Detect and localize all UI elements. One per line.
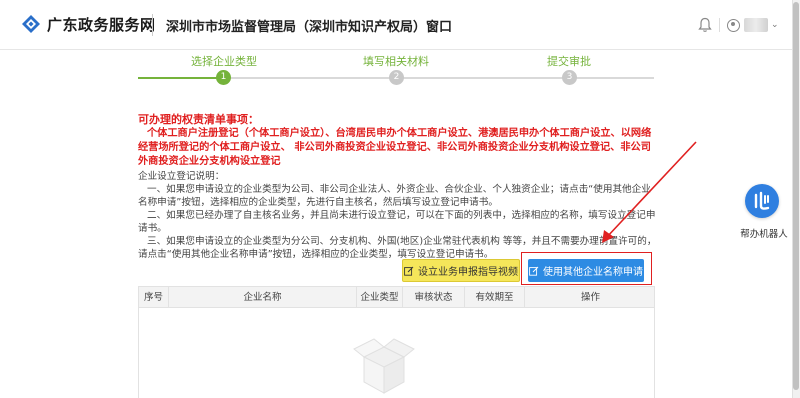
notice-title: 可办理的权责清单事项： — [138, 113, 259, 126]
col-name: 企业名称 — [169, 287, 357, 308]
edit-icon — [529, 266, 539, 276]
top-header: 广东政务服务网 深圳市市场监督管理局（深圳市知识产权局）窗口 ⌄ — [0, 0, 792, 50]
description-block: 企业设立登记说明： 一、如果您申请设立的企业类型为公司、非公司企业法人、外资企业… — [138, 170, 658, 261]
site-brand[interactable]: 广东政务服务网 — [47, 14, 156, 35]
page-scrollbar[interactable] — [792, 0, 800, 398]
use-other-name-button[interactable]: 使用其他企业名称申请 — [528, 259, 644, 282]
step-line-2 — [224, 77, 654, 79]
chevron-down-icon[interactable]: ⌄ — [771, 20, 779, 30]
notice-section: 可办理的权责清单事项： 个体工商户注册登记（个体工商户设立）、台湾居民申办个体工… — [138, 113, 658, 261]
step-2-circle: 2 — [389, 70, 404, 85]
gov-logo-icon[interactable] — [20, 13, 42, 35]
guide-video-button[interactable]: 设立业务申报指导视频 — [402, 259, 520, 282]
header-divider — [152, 14, 153, 36]
scrollbar-thumb[interactable] — [793, 2, 799, 390]
step-line-1 — [138, 77, 224, 79]
col-status: 审核状态 — [403, 287, 465, 308]
col-expiry: 有效期至 — [465, 287, 525, 308]
robot-label: 帮办机器人 — [740, 229, 788, 240]
step-1-circle: 1 — [216, 70, 231, 85]
user-name-blurred[interactable] — [744, 18, 768, 32]
col-type: 企业类型 — [357, 287, 403, 308]
description-heading: 企业设立登记说明： — [138, 171, 225, 182]
col-index: 序号 — [139, 287, 169, 308]
progress-steps: 选择企业类型 1 填写相关材料 2 提交审批 3 — [138, 48, 654, 98]
description-p1: 一、如果您申请设立的企业类型为公司、非公司企业法人、外资企业、合伙企业、个人独资… — [138, 184, 651, 208]
step-2-label: 填写相关材料 — [363, 55, 429, 68]
help-robot[interactable]: 帮办机器人 — [737, 184, 791, 244]
step-3-label: 提交审批 — [547, 55, 591, 68]
step-3-circle: 3 — [562, 70, 577, 85]
header-separator — [719, 18, 720, 32]
enterprise-table: 序号 企业名称 企业类型 审核状态 有效期至 操作 — [138, 286, 655, 398]
guide-video-label: 设立业务申报指导视频 — [418, 267, 518, 278]
annotation-arrow — [602, 141, 697, 243]
use-other-name-label: 使用其他企业名称申请 — [543, 267, 643, 278]
robot-icon[interactable] — [745, 184, 779, 218]
user-avatar-icon[interactable] — [727, 19, 740, 32]
bell-icon[interactable] — [698, 17, 712, 33]
table-header: 序号 企业名称 企业类型 审核状态 有效期至 操作 — [139, 287, 654, 308]
description-p2: 二、如果您已经办理了自主核名业务，并且尚未进行设立登记，可以在下面的列表中，选择… — [138, 210, 656, 234]
step-1-label: 选择企业类型 — [191, 55, 257, 68]
empty-box-icon — [353, 338, 415, 394]
col-action: 操作 — [580, 292, 600, 303]
notice-items: 个体工商户注册登记（个体工商户设立）、台湾居民申办个体工商户设立、港澳居民申办个… — [138, 128, 652, 167]
edit-icon — [404, 266, 414, 276]
page-title: 深圳市市场监督管理局（深圳市知识产权局）窗口 — [166, 20, 453, 35]
